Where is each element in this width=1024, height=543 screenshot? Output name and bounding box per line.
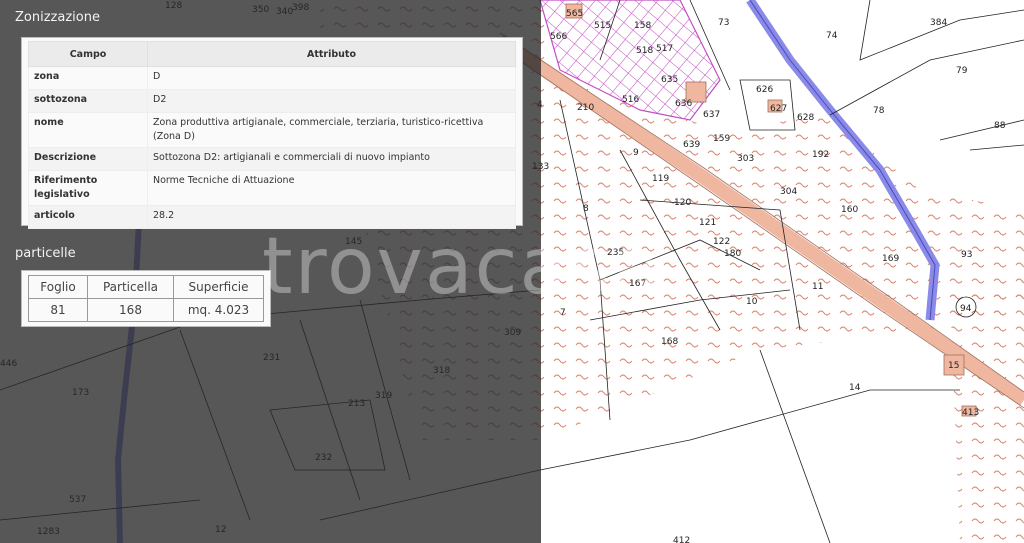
column-header-particella: Particella: [87, 275, 174, 299]
parcel-label: 566: [550, 32, 567, 42]
parcel-label: 9: [633, 148, 639, 158]
particella-cell: 168: [87, 298, 174, 322]
parcel-label: 15: [948, 361, 959, 371]
particelle-panel: Foglio Particella Superficie 81 168 mq. …: [21, 270, 271, 327]
particelle-title: particelle: [15, 246, 76, 261]
parcel-label: 192: [812, 150, 829, 160]
parcel-label: 167: [629, 279, 646, 289]
attributo-cell: Zona produttiva artigianale, commerciale…: [147, 112, 516, 148]
table-header-row: Foglio Particella Superficie: [28, 275, 264, 299]
zonizzazione-title: Zonizzazione: [15, 10, 100, 25]
table-header-row: Campo Attributo: [28, 41, 516, 67]
table-row: sottozona D2: [28, 89, 516, 113]
parcel-label: 160: [841, 205, 858, 215]
attributo-cell: D2: [147, 89, 516, 113]
parcel-label: 94: [960, 304, 972, 314]
table-row: Riferimento legislativo Norme Tecniche d…: [28, 170, 516, 206]
attributo-cell: Norme Tecniche di Attuazione: [147, 170, 516, 206]
parcel-label: 14: [849, 383, 861, 393]
parcel-label: 639: [683, 140, 700, 150]
parcel-label: 303: [737, 154, 754, 164]
campo-cell: nome: [28, 112, 148, 148]
campo-cell: zona: [28, 66, 148, 90]
table-row: Descrizione Sottozona D2: artigianali e …: [28, 147, 516, 171]
parcel-label: 120: [674, 198, 691, 208]
parcel-label: 79: [956, 66, 968, 76]
parcel-label: 169: [882, 254, 899, 264]
parcel-label: 10: [746, 297, 758, 307]
campo-cell: Riferimento legislativo: [28, 170, 148, 206]
parcel-label: 122: [713, 237, 730, 247]
campo-cell: articolo: [28, 205, 148, 229]
parcel-label: 626: [756, 85, 773, 95]
parcel-label: 119: [652, 174, 669, 184]
parcel-label: 180: [724, 249, 741, 259]
parcel-label: 565: [566, 9, 583, 19]
table-row: zona D: [28, 66, 516, 90]
parcel-label: 384: [930, 18, 947, 28]
attributo-cell: Sottozona D2: artigianali e commerciali …: [147, 147, 516, 171]
column-header-superficie: Superficie: [173, 275, 264, 299]
parcel-label: 210: [577, 103, 594, 113]
campo-cell: Descrizione: [28, 147, 148, 171]
parcel-label: 516: [622, 95, 639, 105]
parcel-label: 8: [583, 204, 589, 214]
table-row: 81 168 mq. 4.023: [28, 298, 264, 322]
parcel-label: 74: [826, 31, 838, 41]
column-header-campo: Campo: [28, 41, 148, 67]
column-header-attributo: Attributo: [147, 41, 516, 67]
parcel-label: 159: [713, 134, 730, 144]
parcel-label: 7: [560, 308, 566, 318]
parcel-label: 93: [961, 250, 972, 260]
attributo-cell: D: [147, 66, 516, 90]
parcel-label: 636: [675, 99, 692, 109]
parcel-label: 78: [873, 106, 885, 116]
table-row: nome Zona produttiva artigianale, commer…: [28, 112, 516, 148]
particelle-table: Foglio Particella Superficie 81 168 mq. …: [28, 275, 264, 322]
parcel-label: 168: [661, 337, 678, 347]
parcel-label: 628: [797, 113, 814, 123]
parcel-label: 11: [812, 282, 823, 292]
column-header-foglio: Foglio: [28, 275, 88, 299]
parcel-label: 627: [770, 104, 787, 114]
parcel-label: 413: [962, 408, 979, 418]
foglio-cell: 81: [28, 298, 88, 322]
parcel-label: 637: [703, 110, 720, 120]
parcel-label: 518: [636, 46, 653, 56]
zonizzazione-table: Campo Attributo zona D sottozona D2 nome…: [28, 41, 516, 229]
parcel-label: 517: [656, 44, 673, 54]
campo-cell: sottozona: [28, 89, 148, 113]
parcel-label: 635: [661, 75, 678, 85]
parcel-label: 235: [607, 248, 624, 258]
parcel-label: 515: [594, 21, 611, 31]
parcel-label: 304: [780, 187, 797, 197]
attributo-cell: 28.2: [147, 205, 516, 229]
zonizzazione-panel: Campo Attributo zona D sottozona D2 nome…: [21, 37, 523, 229]
superficie-cell: mq. 4.023: [173, 298, 264, 322]
parcel-label: 412: [673, 536, 690, 543]
table-row: articolo 28.2: [28, 205, 516, 229]
parcel-label: 121: [699, 218, 716, 228]
parcel-label: 73: [718, 18, 729, 28]
parcel-label: 158: [634, 21, 651, 31]
parcel-label: 88: [994, 121, 1006, 131]
